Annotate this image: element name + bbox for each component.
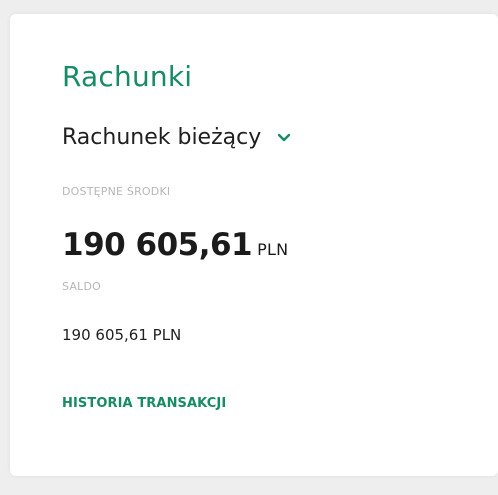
- selected-account-name: Rachunek bieżący: [62, 125, 262, 150]
- balance-label: SALDO: [62, 280, 101, 293]
- available-funds-label: DOSTĘPNE ŚRODKI: [62, 185, 171, 198]
- chevron-down-icon: [278, 133, 291, 141]
- card-title: Rachunki: [62, 60, 193, 93]
- accounts-card: Rachunki Rachunek bieżący DOSTĘPNE ŚRODK…: [10, 14, 498, 476]
- available-funds-currency: PLN: [257, 240, 289, 259]
- account-selector-dropdown[interactable]: Rachunek bieżący: [62, 125, 291, 150]
- balance-value: 190 605,61 PLN: [62, 326, 182, 344]
- available-funds-row: 190 605,61 PLN: [62, 227, 288, 263]
- available-funds-amount: 190 605,61: [62, 227, 253, 263]
- transaction-history-link[interactable]: HISTORIA TRANSAKCJI: [62, 396, 226, 411]
